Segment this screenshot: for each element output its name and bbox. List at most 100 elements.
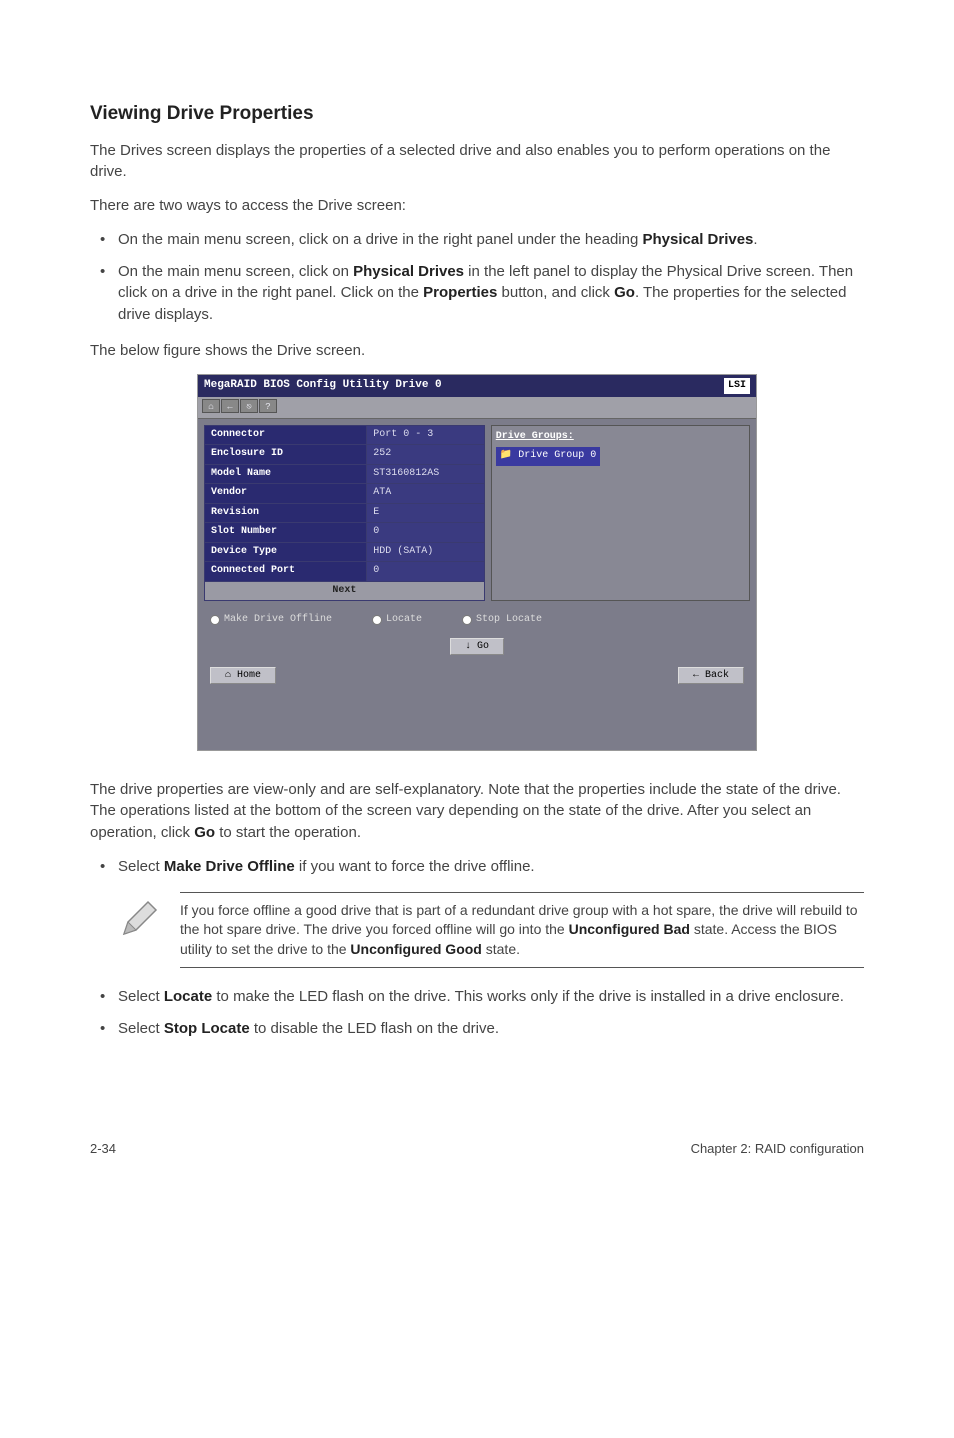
back-button[interactable]: ← Back: [678, 667, 744, 684]
table-row: Device TypeHDD (SATA): [205, 542, 485, 562]
note-box: If you force offline a good drive that i…: [118, 892, 864, 969]
prop-value: ATA: [367, 484, 485, 504]
prop-label: Connector: [205, 425, 367, 445]
prop-label: Slot Number: [205, 523, 367, 543]
intro-paragraph-1: The Drives screen displays the propertie…: [90, 140, 864, 184]
bold-text: Unconfigured Bad: [569, 921, 690, 937]
toolbar-icon[interactable]: ⌂: [202, 399, 220, 413]
page-title: Viewing Drive Properties: [90, 100, 864, 128]
bold-text: Make Drive Offline: [164, 858, 295, 875]
access-methods-list: On the main menu screen, click on a driv…: [90, 229, 864, 326]
button-label: Back: [705, 670, 729, 681]
next-button[interactable]: Next: [205, 581, 485, 601]
radio-input[interactable]: [462, 615, 472, 625]
drive-group-item[interactable]: 📁 Drive Group 0: [496, 447, 600, 466]
radio-make-offline[interactable]: Make Drive Offline: [210, 613, 332, 628]
table-row: Connected Port0: [205, 562, 485, 582]
prop-value: 0: [367, 562, 485, 582]
text: if you want to force the drive offline.: [295, 858, 535, 875]
bold-text: Physical Drives: [353, 263, 464, 280]
note-text: If you force offline a good drive that i…: [180, 892, 864, 969]
operation-list-1: Select Make Drive Offline if you want to…: [90, 856, 864, 878]
next-row: Next: [205, 581, 485, 601]
bold-text: Properties: [423, 284, 497, 301]
drive-groups-header: Drive Groups:: [496, 430, 745, 445]
bold-text: Unconfigured Good: [350, 941, 481, 957]
prop-value: HDD (SATA): [367, 542, 485, 562]
text: to start the operation.: [215, 824, 361, 841]
lsi-logo: LSI: [724, 378, 750, 395]
toolbar-icon[interactable]: ←: [221, 399, 239, 413]
properties-table: ConnectorPort 0 - 3 Enclosure ID252 Mode…: [204, 425, 485, 602]
table-row: VendorATA: [205, 484, 485, 504]
text: Select: [118, 858, 164, 875]
radio-label: Make Drive Offline: [224, 613, 332, 628]
prop-label: Connected Port: [205, 562, 367, 582]
radio-stop-locate[interactable]: Stop Locate: [462, 613, 542, 628]
bold-text: Locate: [164, 988, 212, 1005]
window-titlebar: MegaRAID BIOS Config Utility Drive 0 LSI: [198, 375, 756, 398]
operation-radios: Make Drive Offline Locate Stop Locate: [198, 607, 756, 634]
prop-label: Revision: [205, 503, 367, 523]
text: button, and click: [497, 284, 614, 301]
text: Drive Group 0: [518, 450, 596, 461]
list-item: Select Stop Locate to disable the LED fl…: [90, 1018, 864, 1040]
table-row: Enclosure ID252: [205, 445, 485, 465]
table-row: ConnectorPort 0 - 3: [205, 425, 485, 445]
prop-value: Port 0 - 3: [367, 425, 485, 445]
go-row: ↓ Go: [198, 634, 756, 659]
table-row: Slot Number0: [205, 523, 485, 543]
text: state.: [482, 941, 520, 957]
toolbar: ⌂←⎋?: [198, 397, 756, 419]
list-item: On the main menu screen, click on Physic…: [90, 261, 864, 326]
prop-label: Enclosure ID: [205, 445, 367, 465]
text: Select: [118, 988, 164, 1005]
prop-value: ST3160812AS: [367, 464, 485, 484]
bold-text: Stop Locate: [164, 1020, 250, 1037]
bold-text: Physical Drives: [642, 231, 753, 248]
prop-label: Vendor: [205, 484, 367, 504]
text: .: [753, 231, 757, 248]
list-item: Select Locate to make the LED flash on t…: [90, 986, 864, 1008]
intro-paragraph-2: There are two ways to access the Drive s…: [90, 195, 864, 217]
radio-label: Stop Locate: [476, 613, 542, 628]
prop-label: Model Name: [205, 464, 367, 484]
drive-screen-figure: MegaRAID BIOS Config Utility Drive 0 LSI…: [197, 374, 757, 751]
text: Select: [118, 1020, 164, 1037]
text: to make the LED flash on the drive. This…: [212, 988, 844, 1005]
page-footer: 2-34 Chapter 2: RAID configuration: [90, 1140, 864, 1159]
prop-value: E: [367, 503, 485, 523]
toolbar-icon[interactable]: ⎋: [240, 399, 258, 413]
text: On the main menu screen, click on a driv…: [118, 231, 642, 248]
list-item: On the main menu screen, click on a driv…: [90, 229, 864, 251]
button-label: Home: [237, 670, 261, 681]
toolbar-icon[interactable]: ?: [259, 399, 277, 413]
nav-row: ⌂ Home ← Back: [198, 659, 756, 692]
text: On the main menu screen, click on: [118, 263, 353, 280]
text: to disable the LED flash on the drive.: [250, 1020, 499, 1037]
window-title: MegaRAID BIOS Config Utility Drive 0: [204, 378, 442, 394]
bold-text: Go: [614, 284, 635, 301]
radio-label: Locate: [386, 613, 422, 628]
bold-text: Go: [194, 824, 215, 841]
pencil-note-icon: [118, 896, 162, 940]
operation-list-2: Select Locate to make the LED flash on t…: [90, 986, 864, 1040]
table-row: Model NameST3160812AS: [205, 464, 485, 484]
home-button[interactable]: ⌂ Home: [210, 667, 276, 684]
radio-locate[interactable]: Locate: [372, 613, 422, 628]
prop-value: 252: [367, 445, 485, 465]
prop-value: 0: [367, 523, 485, 543]
figure-caption: The below figure shows the Drive screen.: [90, 340, 864, 362]
radio-input[interactable]: [372, 615, 382, 625]
go-button[interactable]: ↓ Go: [450, 638, 504, 655]
paragraph: The drive properties are view-only and a…: [90, 779, 864, 844]
page-number: 2-34: [90, 1140, 116, 1159]
chapter-label: Chapter 2: RAID configuration: [691, 1140, 864, 1159]
table-row: RevisionE: [205, 503, 485, 523]
radio-input[interactable]: [210, 615, 220, 625]
screenshot-footer: [198, 692, 756, 750]
prop-label: Device Type: [205, 542, 367, 562]
button-label: Go: [477, 641, 489, 652]
list-item: Select Make Drive Offline if you want to…: [90, 856, 864, 878]
drive-groups-panel: Drive Groups: 📁 Drive Group 0: [491, 425, 750, 602]
